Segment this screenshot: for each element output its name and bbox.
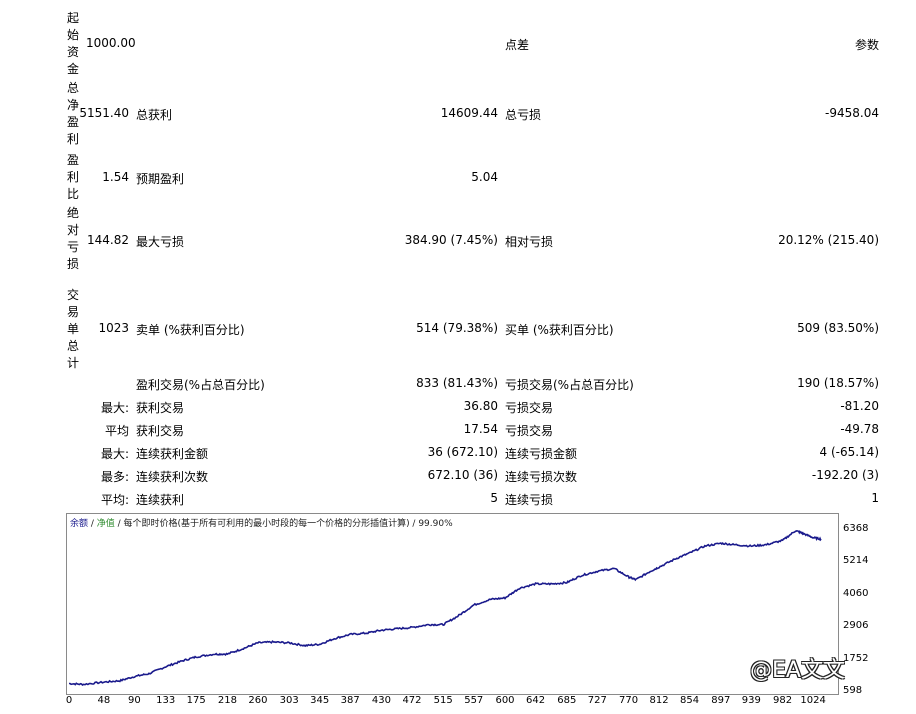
- total-trades-value: 1023: [98, 321, 129, 335]
- relative-drawdown-value: 20.12% (215.40): [778, 233, 879, 247]
- expected-payoff-label: 预期盈利: [136, 172, 185, 186]
- stat-row-value-right: 1: [871, 491, 879, 505]
- x-tick-label: 48: [97, 695, 111, 706]
- stat-row-value-right: -81.20: [840, 399, 879, 413]
- y-tick-label: 6368: [843, 523, 869, 535]
- legend-balance: 余额: [70, 519, 89, 529]
- legend-model-description: / 每个即时价格(基于所有可利用的最小时段的每一个价格的分形插值计算) / 99…: [114, 519, 453, 529]
- x-tick-label: 642: [525, 695, 546, 706]
- stat-row-value-left: 36 (672.10): [427, 445, 498, 459]
- x-tick-label: 430: [371, 695, 391, 706]
- spread-header: 点差: [505, 38, 530, 52]
- legend-equity: 净值: [96, 519, 115, 529]
- x-tick-label: 303: [279, 695, 299, 706]
- stat-row-prefix: 平均: [104, 424, 129, 438]
- gross-profit-value: 14609.44: [440, 106, 498, 120]
- y-tick-label: 2906: [843, 620, 869, 632]
- absolute-drawdown-value: 144.82: [87, 233, 129, 247]
- gross-loss-label: 总亏损: [505, 108, 542, 122]
- balance-chart: [66, 513, 839, 695]
- y-tick-label: 4060: [843, 587, 869, 599]
- short-positions-label: 卖单 (%获利百分比): [136, 323, 245, 337]
- stat-row-label-left: 连续获利: [136, 493, 185, 507]
- x-tick-label: 260: [248, 695, 268, 706]
- x-tick-label: 854: [680, 695, 700, 706]
- legend-separator: /: [88, 519, 97, 529]
- x-tick-label: 345: [310, 695, 330, 706]
- stat-row-value-right: 190 (18.57%): [797, 376, 879, 390]
- balance-chart-svg: [69, 529, 822, 687]
- x-tick-label: 387: [340, 695, 360, 706]
- x-tick-label: 557: [464, 695, 484, 706]
- x-tick-label: 939: [741, 695, 761, 706]
- stat-row-label-right: 连续亏损金额: [505, 447, 578, 461]
- stat-row-prefix: 平均:: [100, 493, 129, 507]
- y-tick-label: 1752: [843, 652, 869, 664]
- stat-row-value-left: 17.54: [463, 422, 498, 436]
- balance-series-line: [69, 529, 822, 687]
- max-drawdown-label: 最大亏损: [136, 235, 185, 249]
- stat-row-label-left: 获利交易: [136, 401, 185, 415]
- relative-drawdown-label: 相对亏损: [505, 235, 554, 249]
- y-tick-label: 598: [843, 685, 863, 696]
- initial-deposit-value: 1000.00: [86, 36, 136, 50]
- watermark: @EA文文: [750, 658, 845, 683]
- long-positions-label: 买单 (%获利百分比): [505, 323, 614, 337]
- stat-row-label-right: 连续亏损: [505, 493, 554, 507]
- x-tick-label: 770: [618, 695, 639, 706]
- stat-row-label-right: 亏损交易(%占总百分比): [505, 378, 634, 392]
- long-positions-value: 509 (83.50%): [797, 321, 879, 335]
- stat-row-label-right: 亏损交易: [505, 401, 554, 415]
- x-tick-label: 727: [587, 695, 607, 706]
- parameters-header: 参数: [854, 38, 879, 52]
- stat-row-value-left: 36.80: [463, 399, 498, 413]
- net-profit-value: 5151.40: [79, 106, 129, 120]
- stat-row-label-right: 亏损交易: [505, 424, 554, 438]
- x-tick-label: 685: [557, 695, 577, 706]
- stat-row-prefix: 最大:: [100, 401, 129, 415]
- x-tick-label: 897: [711, 695, 731, 706]
- stat-row-value-right: -49.78: [840, 422, 879, 436]
- x-tick-label: 600: [495, 695, 515, 706]
- y-tick-label: 5214: [843, 555, 869, 567]
- x-tick-label: 133: [156, 695, 176, 706]
- short-positions-value: 514 (79.38%): [416, 321, 498, 335]
- expected-payoff-value: 5.04: [471, 170, 498, 184]
- stat-row-value-right: -192.20 (3): [811, 468, 879, 482]
- x-tick-label: 175: [186, 695, 206, 706]
- stat-row-value-left: 672.10 (36): [427, 468, 498, 482]
- x-tick-label: 0: [65, 695, 73, 706]
- x-tick-label: 812: [649, 695, 669, 706]
- x-tick-label: 90: [128, 695, 141, 706]
- stat-row-label-left: 获利交易: [136, 424, 185, 438]
- x-tick-label: 982: [773, 695, 793, 706]
- stat-row-label-left: 连续获利次数: [136, 470, 209, 484]
- stat-row-prefix: 最大:: [100, 447, 129, 461]
- stat-row-label-left: 盈利交易(%占总百分比): [136, 378, 265, 392]
- stat-row-label-right: 连续亏损次数: [505, 470, 578, 484]
- x-tick-label: 1024: [800, 695, 826, 706]
- stat-row-value-left: 5: [490, 491, 498, 505]
- x-tick-label: 472: [402, 695, 422, 706]
- x-tick-label: 515: [433, 695, 453, 706]
- chart-legend: 余额 / 净值 / 每个即时价格(基于所有可利用的最小时段的每一个价格的分形插值…: [70, 516, 453, 529]
- stat-row-label-left: 连续获利金额: [136, 447, 209, 461]
- gross-loss-value: -9458.04: [825, 106, 879, 120]
- x-tick-label: 218: [217, 695, 237, 706]
- stat-row-value-right: 4 (-65.14): [819, 445, 880, 459]
- gross-profit-label: 总获利: [136, 108, 173, 122]
- label-initial-deposit: 起始资金: [66, 11, 79, 76]
- stat-row-prefix: 最多:: [100, 470, 129, 484]
- profit-factor-value: 1.54: [102, 170, 129, 184]
- stat-row-value-left: 833 (81.43%): [416, 376, 498, 390]
- max-drawdown-value: 384.90 (7.45%): [404, 233, 498, 247]
